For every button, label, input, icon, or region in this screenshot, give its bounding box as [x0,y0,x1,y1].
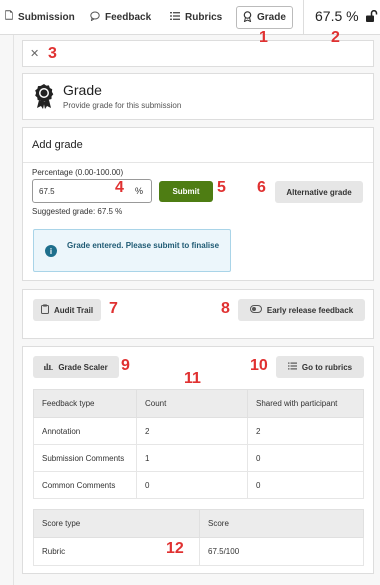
tab-grade-label: Grade [257,12,286,23]
column-header: Shared with participant [247,389,364,418]
grade-header: Grade Provide grade for this submission [22,73,374,120]
table-row: Annotation 2 2 [33,417,364,445]
close-icon[interactable]: ✕ [30,47,39,60]
tab-submission[interactable]: 🗋 Submission [5,6,75,29]
table-cell: 0 [136,471,248,499]
tab-grade[interactable]: Grade [236,6,293,29]
table-row: Common Comments 0 0 [33,471,364,499]
clipboard-icon [40,304,49,316]
tab-feedback-label: Feedback [105,12,152,23]
table-cell: 1 [136,444,248,472]
add-grade-card: Add grade Percentage (0.00-100.00) 67.5 … [22,127,374,281]
annotation-number: 1 [259,29,268,46]
close-bar: ✕ [22,40,374,67]
toolbar-divider [303,0,304,35]
grade-total: 67.5 % [315,8,359,24]
table-header-row: Feedback type Count Shared with particip… [33,389,364,418]
document-icon: 🗋 [5,11,14,22]
annotation-number: 6 [257,179,266,196]
table-cell: 2 [247,417,364,445]
tab-rubrics[interactable]: Rubrics [170,6,222,29]
early-release-label: Early release feedback [266,305,354,315]
percentage-unit: % [135,186,144,196]
annotation-number: 5 [217,179,226,196]
table-cell: 2 [136,417,248,445]
go-to-rubrics-button[interactable]: Go to rubrics [276,356,364,378]
table-row: Rubric 67.5/100 [33,537,364,566]
speech-bubble-icon [90,11,100,24]
early-release-button[interactable]: Early release feedback [238,299,365,321]
audit-trail-label: Audit Trail [53,305,94,315]
grade-scaler-button[interactable]: Grade Scaler [33,356,119,378]
feedback-table: Feedback type Count Shared with particip… [33,389,364,499]
column-header: Score [199,509,364,538]
annotation-number: 8 [221,300,230,317]
table-cell: Common Comments [33,471,137,499]
alternative-grade-button[interactable]: Alternative grade [275,181,363,203]
award-icon [243,10,252,25]
page-subtitle: Provide grade for this submission [63,101,182,110]
annotation-number: 11 [184,370,201,387]
submit-button[interactable]: Submit [159,181,213,202]
table-cell: Submission Comments [33,444,137,472]
table-row: Submission Comments 1 0 [33,444,364,472]
award-icon [33,83,55,109]
score-table: Score type Score Rubric 67.5/100 [33,509,364,566]
annotation-number: 2 [331,29,340,46]
page-title: Grade [63,82,102,98]
tab-rubrics-label: Rubrics [185,12,223,23]
column-header: Count [136,389,248,418]
annotation-number: 4 [115,179,124,196]
info-icon: i [45,245,57,257]
divider [23,162,373,163]
tab-submission-label: Submission [18,12,75,23]
top-toolbar: 🗋 Submission Feedback Rubrics Grade 67.5… [0,0,380,35]
bar-chart-icon [44,362,54,372]
annotation-number: 10 [250,357,268,374]
table-cell: 0 [247,444,364,472]
table-cell: Annotation [33,417,137,445]
table-header-row: Score type Score [33,509,364,538]
info-alert: i Grade entered. Please submit to finali… [33,229,231,272]
unlock-icon[interactable] [366,9,378,22]
grade-scaler-label: Grade Scaler [58,362,108,372]
table-cell: 67.5/100 [199,537,364,566]
add-grade-heading: Add grade [32,139,83,151]
list-icon [287,362,297,372]
annotation-number: 7 [109,300,118,317]
list-icon [170,11,180,24]
go-to-rubrics-label: Go to rubrics [301,362,353,372]
percentage-input[interactable]: 67.5 % [32,179,152,203]
percentage-value: 67.5 [39,187,55,196]
table-cell: 0 [247,471,364,499]
column-header: Score type [33,509,200,538]
alert-message: Grade entered. Please submit to finalise [67,241,220,250]
suggested-grade: Suggested grade: 67.5 % [32,207,123,216]
annotation-number: 12 [166,540,184,557]
annotation-number: 9 [121,357,130,374]
annotation-number: 3 [48,45,57,62]
left-strip [0,35,14,585]
column-header: Feedback type [33,389,137,418]
audit-card: Audit Trail Early release feedback [22,289,374,339]
audit-trail-button[interactable]: Audit Trail [33,299,101,321]
tab-feedback[interactable]: Feedback [90,6,151,29]
percentage-label: Percentage (0.00-100.00) [32,168,124,177]
toggle-icon [249,305,262,315]
